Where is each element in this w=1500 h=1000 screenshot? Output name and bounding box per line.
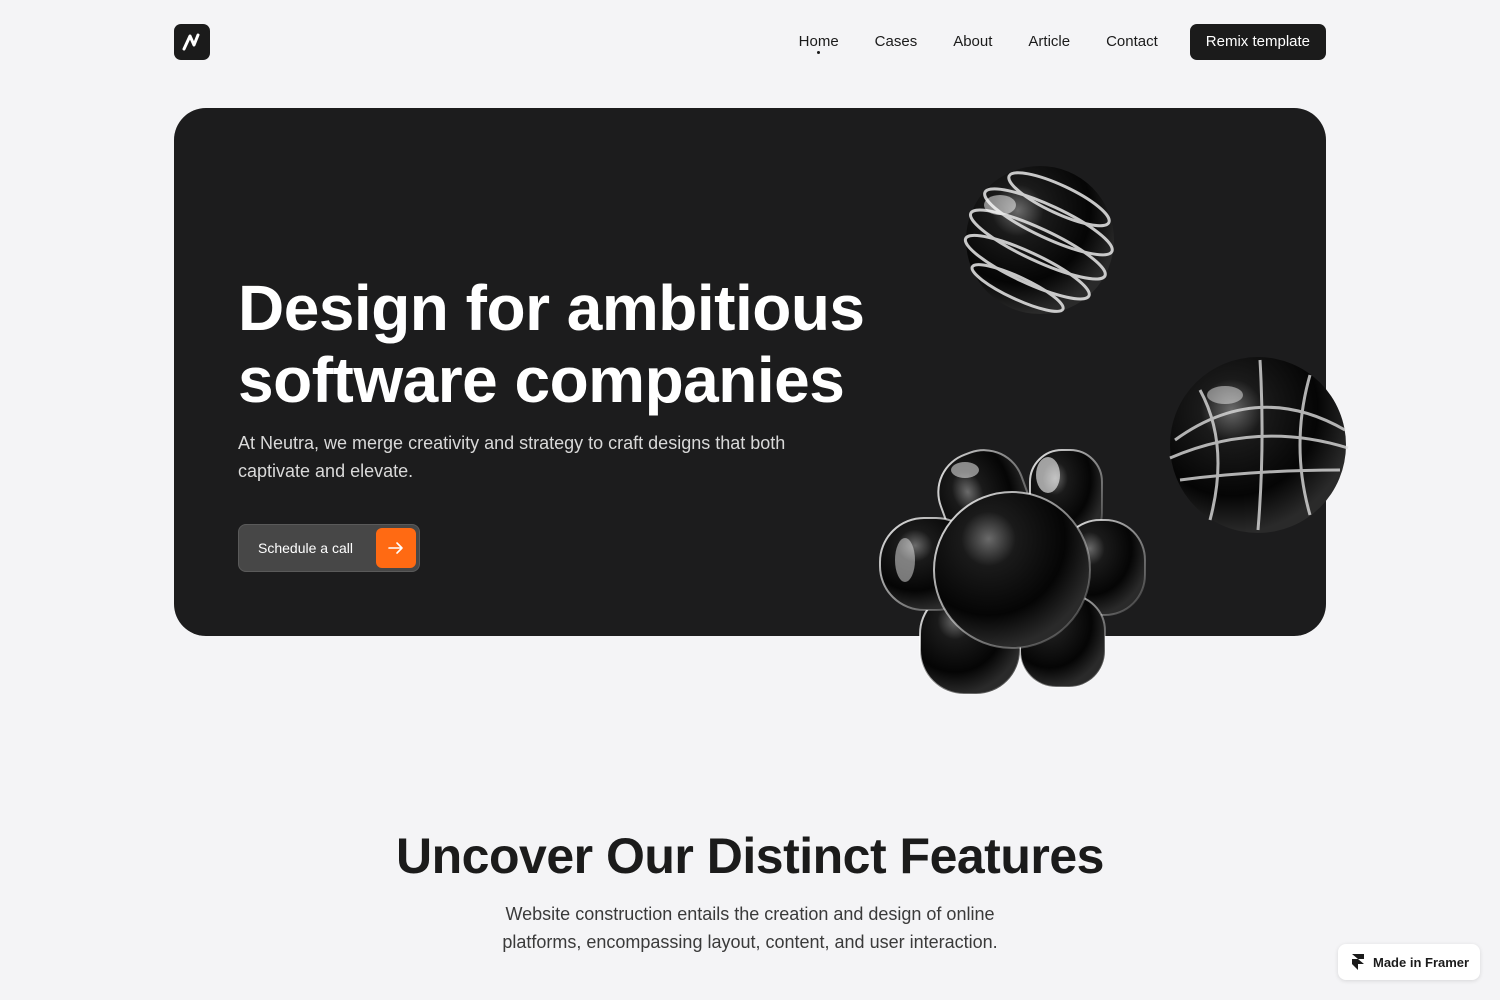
nav-home[interactable]: Home <box>799 24 839 60</box>
nav-article[interactable]: Article <box>1028 24 1070 60</box>
nav-contact[interactable]: Contact <box>1106 24 1158 60</box>
nav-cases[interactable]: Cases <box>875 24 918 60</box>
active-indicator <box>817 51 821 54</box>
framer-icon <box>1352 954 1364 970</box>
page: Home Cases About Article Contact Remix t… <box>0 0 1500 1000</box>
hero-subtitle: At Neutra, we merge creativity and strat… <box>238 433 786 481</box>
made-in-framer-badge[interactable]: Made in Framer <box>1338 944 1480 980</box>
nav-about[interactable]: About <box>953 24 992 60</box>
features-subtitle: Website construction entails the creatio… <box>502 904 998 952</box>
nav-cases-label: Cases <box>874 33 918 50</box>
main-nav: Home Cases About Article Contact Remix t… <box>799 24 1326 60</box>
features-title: Uncover Our Distinct Features <box>396 828 1104 884</box>
neutra-logo-icon <box>182 33 200 51</box>
arrow-right-icon <box>388 542 403 554</box>
remix-template-button[interactable]: Remix template <box>1189 24 1326 60</box>
hero-section: Design for ambitious software companies … <box>174 108 1326 636</box>
remix-template-label: Remix template <box>1205 33 1310 50</box>
nav-article-label: Article <box>1028 33 1071 50</box>
logo[interactable] <box>174 24 210 60</box>
arrow-button <box>376 528 416 568</box>
nav-home-label: Home <box>798 33 839 50</box>
nav-contact-label: Contact <box>1106 33 1158 50</box>
hero-title: Design for ambitious software companies <box>238 272 865 416</box>
nav-about-label: About <box>953 33 993 50</box>
schedule-call-label: Schedule a call <box>258 540 353 556</box>
schedule-call-button[interactable]: Schedule a call <box>238 524 420 572</box>
made-in-framer-label: Made in Framer <box>1373 954 1470 970</box>
